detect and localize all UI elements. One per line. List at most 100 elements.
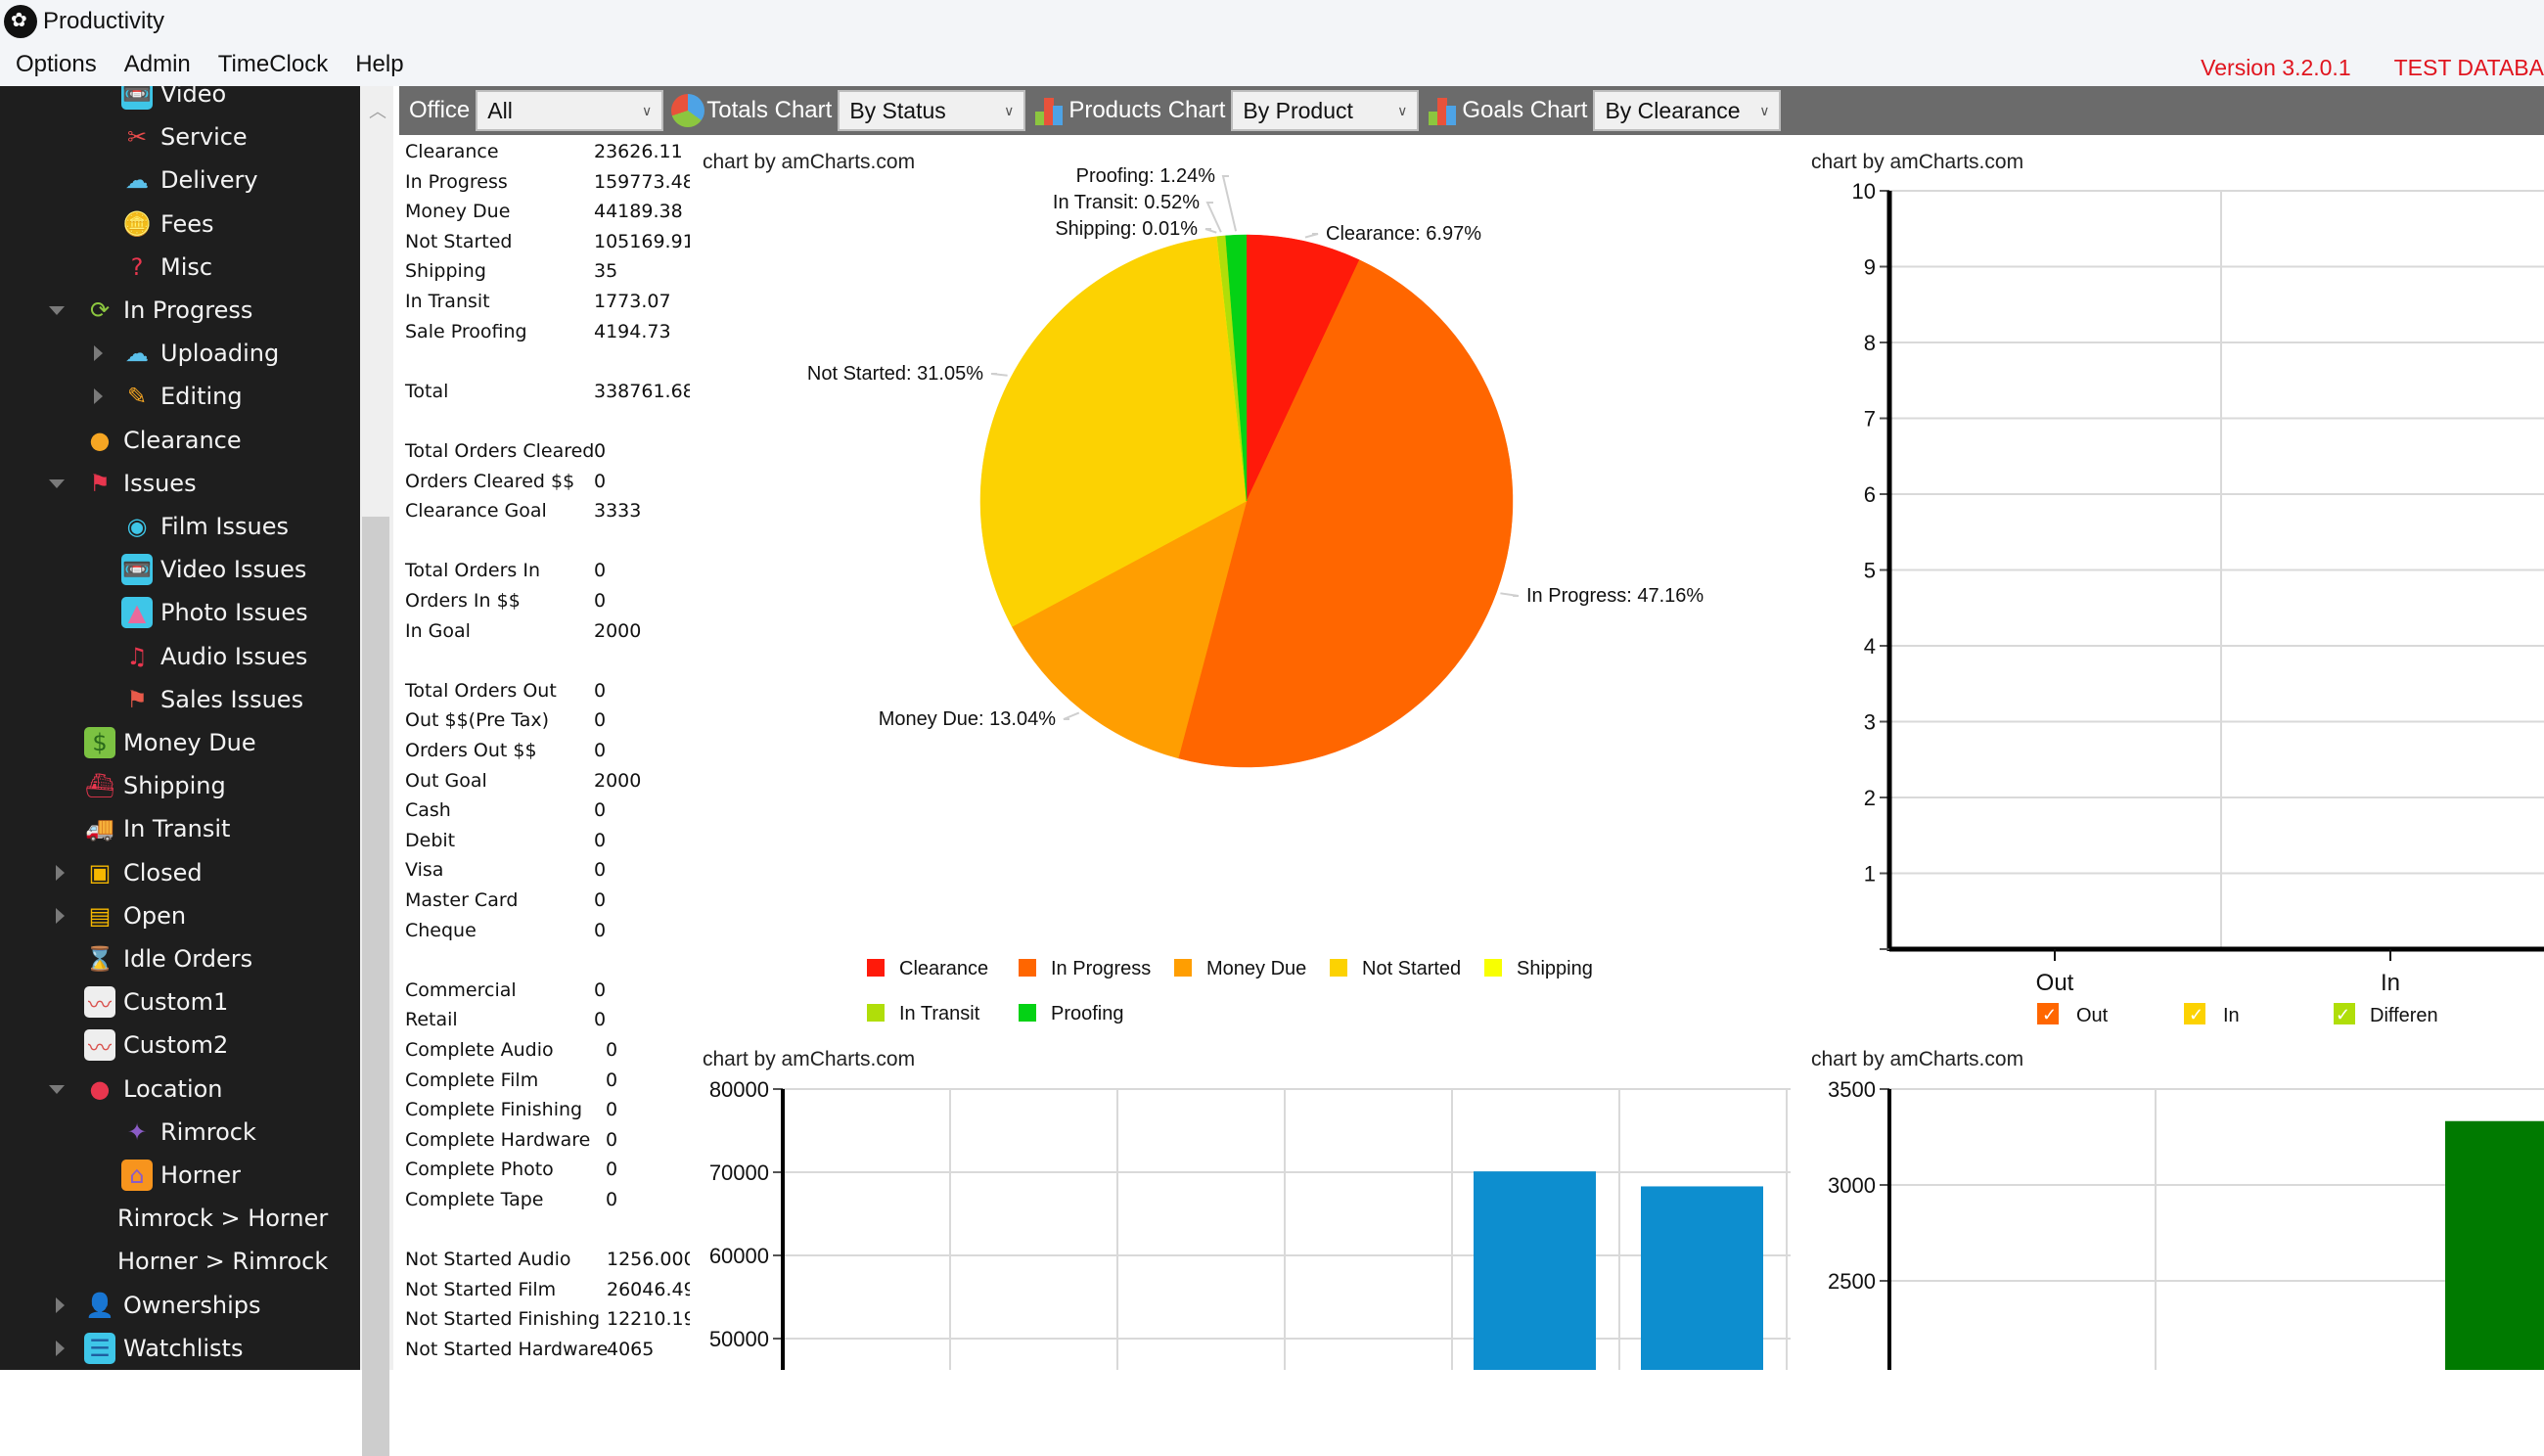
legend-label[interactable]: Clearance [899, 958, 988, 979]
expand-toggle-collapsed[interactable] [56, 1297, 65, 1313]
clearance-chart-credit[interactable]: chart by amCharts.com [1811, 1048, 2023, 1071]
legend-swatch[interactable] [867, 1004, 885, 1022]
sidebar-item-custom1[interactable]: 〰 Custom1 [84, 982, 228, 1022]
menu-options[interactable]: Options [0, 51, 109, 78]
scroll-up-icon[interactable]: ︿ [369, 98, 386, 123]
stat-row: In Progress 159773.48 [405, 170, 690, 193]
legend-checkbox-differen[interactable] [2334, 1003, 2355, 1024]
goals-chart-select[interactable]: By Clearance ∨ [1593, 90, 1782, 131]
stat-label: Retail [405, 1009, 458, 1031]
stat-row: Not Started Finishing 12210.19 [405, 1308, 690, 1330]
sidebar-item-in-progress[interactable]: ⟳ In Progress [84, 291, 252, 330]
y-tick-label: 5 [1864, 559, 1876, 583]
legend-label[interactable]: Shipping [1517, 958, 1593, 979]
sidebar-item-location[interactable]: ● Location [84, 1069, 223, 1109]
legend-swatch[interactable] [867, 959, 885, 977]
sidebar-item-money-due[interactable]: $ Money Due [84, 723, 256, 762]
stat-label: Not Started Hardware [405, 1339, 609, 1360]
y-tick-label: 2 [1864, 786, 1876, 810]
legend-label[interactable]: Out [2076, 1005, 2109, 1026]
expand-toggle-collapsed[interactable] [94, 388, 103, 405]
sidebar-item-editing[interactable]: ✎ Editing [121, 377, 243, 416]
legend-label[interactable]: In [2223, 1005, 2240, 1026]
sidebar-item-uploading[interactable]: ☁ Uploading [121, 334, 279, 373]
sidebar-item-ownerships[interactable]: 👤 Ownerships [84, 1286, 260, 1325]
sidebar-item-rimrock[interactable]: ✦ Rimrock [121, 1113, 256, 1152]
legend-label[interactable]: Proofing [1051, 1003, 1124, 1024]
sidebar-item-in-transit[interactable]: 🚚 In Transit [84, 809, 230, 848]
sidebar-item-idle-orders[interactable]: ⌛ Idle Orders [84, 939, 252, 978]
products-chart-credit[interactable]: chart by amCharts.com [703, 1048, 915, 1071]
legend-label[interactable]: In Transit [899, 1003, 980, 1024]
sidebar-item-label: Open [123, 901, 187, 930]
sidebar-item-horner-rimrock[interactable]: Horner > Rimrock [117, 1242, 328, 1281]
sidebar-item-label: In Progress [123, 296, 253, 324]
legend-label[interactable]: Differen [2370, 1005, 2438, 1026]
stat-row: In Transit 1773.07 [405, 291, 671, 312]
stat-label: Money Due [405, 201, 511, 223]
stat-row: Total 338761.68 [405, 381, 690, 402]
legend-swatch[interactable] [1330, 959, 1347, 977]
bar[interactable] [1641, 1186, 1763, 1370]
expand-toggle-collapsed[interactable] [56, 907, 65, 924]
expand-toggle-collapsed[interactable] [56, 864, 65, 881]
sidebar-item-shipping[interactable]: ⛴ Shipping [84, 766, 226, 805]
sidebar-item-video[interactable]: 📼 Video [121, 86, 226, 114]
film-reel-icon: ◉ [126, 513, 148, 540]
scrollbar-thumb[interactable] [362, 517, 389, 1456]
goals-chart-credit[interactable]: chart by amCharts.com [1811, 151, 2023, 174]
menu-timeclock[interactable]: TimeClock [203, 51, 340, 78]
sidebar-item-film-issues[interactable]: ◉ Film Issues [121, 507, 289, 546]
y-tick-label: 7 [1864, 407, 1876, 432]
legend-checkbox-in[interactable] [2184, 1003, 2205, 1024]
sidebar-item-issues[interactable]: ⚑ Issues [84, 464, 196, 503]
sidebar-item-video-issues[interactable]: 📼 Video Issues [121, 550, 306, 589]
sidebar-item-clearance[interactable]: ● Clearance [84, 421, 242, 460]
sidebar-item-watchlists[interactable]: ☰ Watchlists [84, 1329, 243, 1368]
sidebar-item-photo-issues[interactable]: ▲ Photo Issues [121, 593, 308, 632]
expand-toggle-expanded[interactable] [49, 478, 65, 488]
products-chart-select[interactable]: By Product ∨ [1231, 90, 1420, 131]
y-tick-label: 1 [1864, 862, 1876, 887]
sidebar-item-label: Service [160, 123, 248, 152]
legend-swatch[interactable] [1174, 959, 1192, 977]
sidebar-item-open[interactable]: ▤ Open [84, 896, 186, 935]
sidebar-scrollbar[interactable]: ︿ [360, 86, 393, 1456]
sidebar-item-fees[interactable]: 🪙 Fees [121, 205, 213, 244]
sidebar-item-delivery[interactable]: ☁ Delivery [121, 160, 258, 200]
sidebar-item-sales-issues[interactable]: ⚑ Sales Issues [121, 680, 303, 719]
sidebar-item-misc[interactable]: ? Misc [121, 248, 212, 287]
legend-label[interactable]: Money Due [1206, 958, 1306, 979]
expand-toggle-expanded[interactable] [49, 1084, 65, 1094]
sidebar-item-service[interactable]: ✂ Service [121, 117, 248, 157]
legend-swatch[interactable] [1484, 959, 1502, 977]
sidebar-item-horner[interactable]: ⌂ Horner [121, 1156, 241, 1195]
sidebar-item-rimrock-horner[interactable]: Rimrock > Horner [117, 1199, 328, 1238]
red-flag-icon: ⚑ [126, 685, 148, 713]
legend-label[interactable]: In Progress [1051, 958, 1151, 979]
stat-row: Orders Out $$ 0 [405, 740, 606, 761]
expand-toggle-collapsed[interactable] [94, 345, 103, 362]
sidebar-item-custom2[interactable]: 〰 Custom2 [84, 1025, 228, 1065]
bar[interactable] [2445, 1120, 2544, 1370]
menu-admin[interactable]: Admin [109, 51, 203, 78]
totals-chart-select[interactable]: By Status ∨ [838, 90, 1026, 131]
expand-toggle-expanded[interactable] [49, 306, 65, 315]
legend-checkbox-out[interactable] [2037, 1003, 2059, 1024]
sidebar-item-closed[interactable]: ▣ Closed [84, 853, 203, 892]
money-bag-icon: $ [84, 727, 115, 758]
legend-swatch[interactable] [1019, 1004, 1036, 1022]
stat-row: Complete Photo 0 [405, 1159, 617, 1180]
expand-toggle-collapsed[interactable] [56, 1340, 65, 1356]
menu-help[interactable]: Help [340, 51, 415, 78]
bar[interactable] [1474, 1171, 1596, 1370]
stat-label: In Progress [405, 170, 508, 193]
flag-icon: ⚑ [89, 469, 111, 497]
office-select[interactable]: All ∨ [476, 90, 664, 131]
sidebar-item-audio-issues[interactable]: ♫ Audio Issues [121, 637, 307, 676]
legend-label[interactable]: Not Started [1362, 958, 1461, 979]
stat-label: Visa [405, 859, 444, 882]
pie-chart-credit[interactable]: chart by amCharts.com [703, 151, 915, 174]
legend-swatch[interactable] [1019, 959, 1036, 977]
pie-label: In Transit: 0.52% [1053, 192, 1200, 213]
